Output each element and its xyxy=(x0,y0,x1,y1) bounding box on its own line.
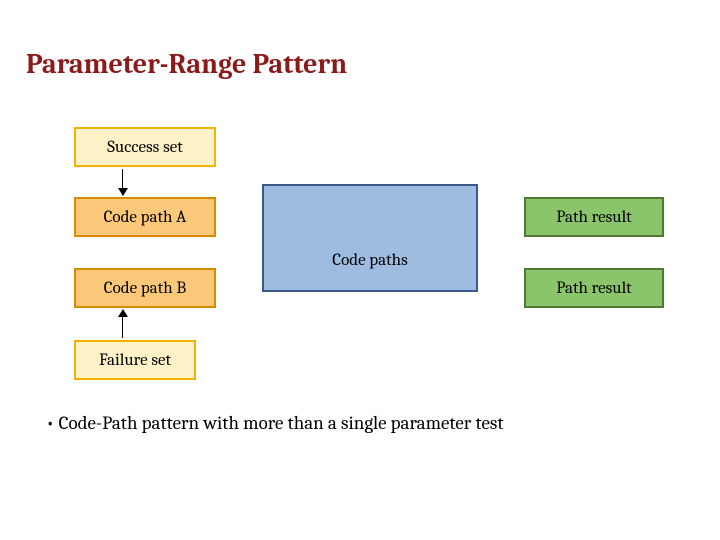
box-code-path-a: Code path A xyxy=(74,197,216,237)
box-code-path-b: Code path B xyxy=(74,268,216,308)
slide-title: Parameter-Range Pattern xyxy=(26,48,347,80)
box-path-result-1: Path result xyxy=(524,197,664,237)
box-failure-set: Failure set xyxy=(74,340,196,380)
slide: Parameter-Range Pattern Success set Code… xyxy=(0,0,720,540)
box-code-paths: Code paths xyxy=(262,184,478,292)
arrow-failure-to-path-b xyxy=(122,310,123,338)
box-path-result-2: Path result xyxy=(524,268,664,308)
bullet-text: Code-Path pattern with more than a singl… xyxy=(46,412,504,434)
arrow-success-to-path-a xyxy=(122,169,123,195)
box-success-set: Success set xyxy=(74,127,216,167)
